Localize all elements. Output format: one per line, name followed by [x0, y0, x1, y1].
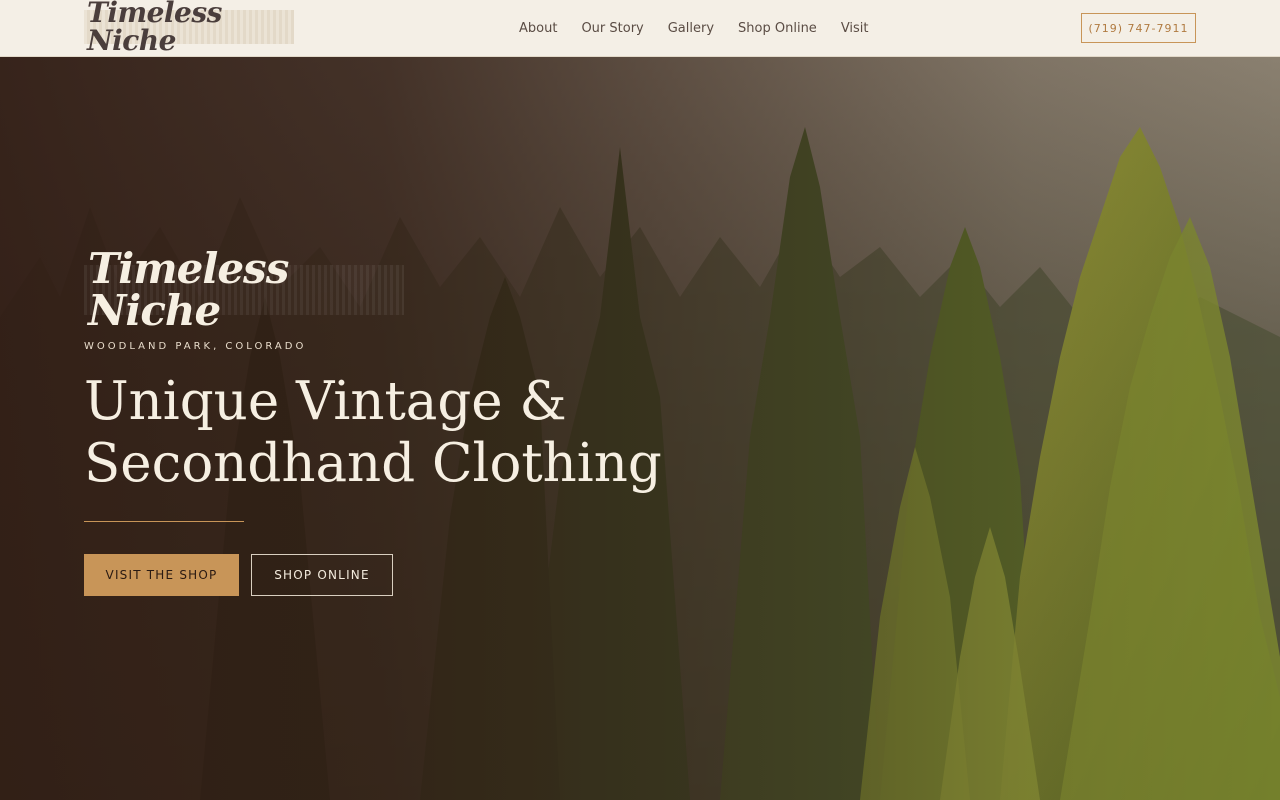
header-logo-text: Timeless Niche: [87, 0, 222, 57]
hero-location: WOODLAND PARK, COLORADO: [84, 341, 307, 352]
header-logo[interactable]: Timeless Niche: [84, 0, 294, 55]
nav-link-gallery[interactable]: Gallery: [668, 21, 714, 36]
nav-link-shop-online[interactable]: Shop Online: [738, 21, 817, 36]
shop-online-button[interactable]: SHOP ONLINE: [251, 554, 393, 596]
hero-divider: [84, 521, 244, 522]
nav-link-our-story[interactable]: Our Story: [581, 21, 643, 36]
site-header: Timeless Niche About Our Story Gallery S…: [0, 0, 1280, 57]
hero-heading: Unique Vintage & Secondhand Clothing: [84, 371, 704, 495]
nav-link-about[interactable]: About: [519, 21, 557, 36]
hero-section: Timeless Niche WOODLAND PARK, COLORADO U…: [0, 57, 1280, 800]
nav-link-visit[interactable]: Visit: [841, 21, 869, 36]
hero-heading-line-1: Unique Vintage &: [84, 371, 567, 432]
hero-logo: Timeless Niche: [84, 248, 404, 332]
visit-the-shop-button[interactable]: VISIT THE SHOP: [84, 554, 239, 596]
phone-button[interactable]: (719) 747-7911: [1081, 13, 1196, 43]
hero-logo-text: Timeless Niche: [88, 244, 289, 335]
hero-heading-line-2: Secondhand Clothing: [84, 433, 662, 494]
main-nav: About Our Story Gallery Shop Online Visi…: [519, 0, 869, 56]
